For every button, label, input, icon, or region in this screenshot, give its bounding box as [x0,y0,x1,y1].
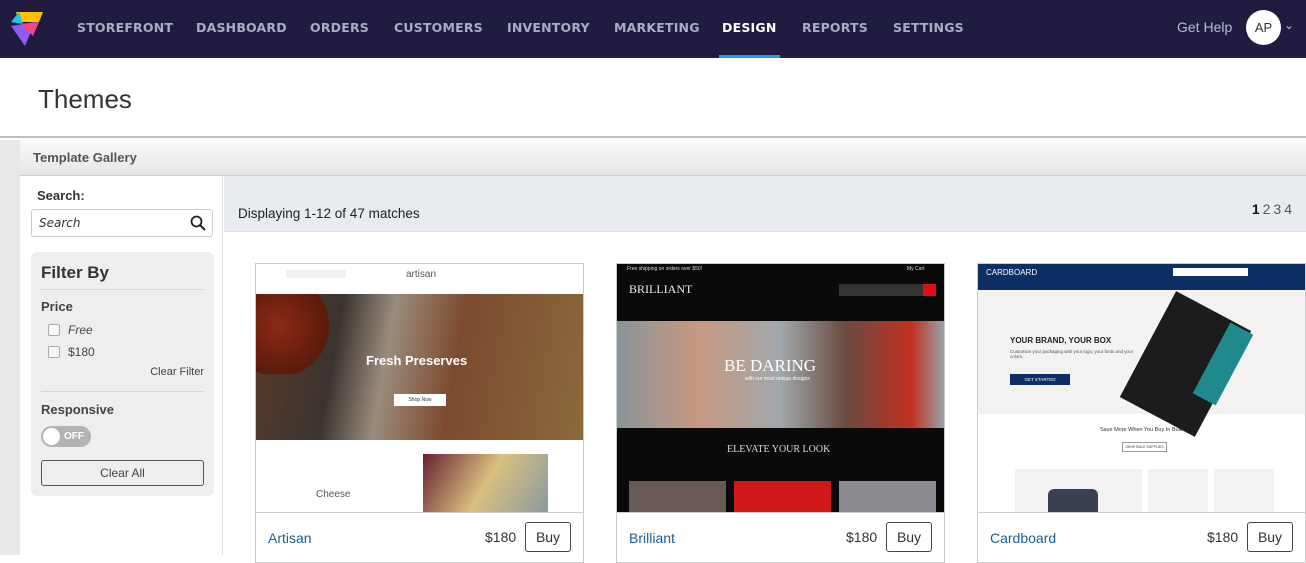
page-4[interactable]: 4 [1284,201,1292,217]
price-180-checkbox[interactable] [48,346,60,358]
page-1[interactable]: 1 [1252,201,1260,217]
gallery-header: Template Gallery [20,140,1306,176]
preview-search [839,284,923,296]
preview-hero-title: Fresh Preserves [366,353,468,368]
preview-brand: artisan [406,269,437,280]
get-help-link[interactable]: Get Help [1177,19,1232,35]
preview-search [286,270,346,278]
search-label: Search: [37,188,85,203]
preview-image [839,481,936,512]
pagination: 1234 [1249,201,1292,217]
sidebar: Search: Filter By Price Free $180 Clear … [20,176,223,555]
responsive-toggle[interactable]: OFF [41,426,91,447]
clear-all-button[interactable]: Clear All [41,460,204,486]
page-2[interactable]: 2 [1263,201,1271,217]
card-footer: Cardboard $180 Buy [978,513,1305,562]
page-3[interactable]: 3 [1273,201,1281,217]
theme-price: $180 [1207,529,1239,545]
nav-dashboard[interactable]: DASHBOARD [196,0,287,58]
theme-price: $180 [846,529,878,545]
gallery-title: Template Gallery [33,150,137,165]
page-title: Themes [38,84,132,114]
search-box [31,209,213,237]
responsive-label: Responsive [41,402,114,417]
results-bar: Displaying 1-12 of 47 matches 1234 [224,176,1306,232]
divider [41,391,204,392]
theme-price: $180 [485,529,517,545]
theme-card-brilliant: Free shipping on orders over $50! My Car… [616,263,945,563]
preview-cta: Shop Now [394,394,446,406]
theme-preview[interactable]: Free shipping on orders over $50! My Car… [617,264,944,513]
results-count: Displaying 1-12 of 47 matches [238,206,420,221]
logo-icon[interactable] [9,10,45,48]
preview-product [1214,469,1274,512]
preview-search [1173,268,1248,276]
left-gutter [0,140,20,555]
nav-inventory[interactable]: INVENTORY [507,0,590,58]
buy-button[interactable]: Buy [1247,522,1293,552]
chevron-down-icon[interactable]: ⌄ [1284,18,1294,32]
preview-image [734,481,831,512]
preview-section: ELEVATE YOUR LOOK [727,444,831,455]
toggle-knob [43,428,60,445]
search-input[interactable] [32,210,182,236]
free-checkbox[interactable] [48,324,60,336]
theme-card-artisan: artisan Fresh Preserves Shop Now Cheese … [255,263,584,563]
preview-brand: CARDBOARD [986,268,1038,277]
preview-cart: My Cart [907,266,925,272]
avatar[interactable]: AP [1246,10,1281,45]
buy-button[interactable]: Buy [886,522,932,552]
preview-search-button [923,284,936,296]
preview-product-image [1048,489,1098,512]
preview-image [629,481,726,512]
theme-preview[interactable]: CARDBOARD YOUR BRAND, YOUR BOX Customize… [978,264,1305,513]
filter-panel: Filter By Price Free $180 Clear Filter R… [31,252,214,496]
divider [41,289,204,290]
preview-section: Cheese [316,489,351,500]
theme-preview[interactable]: artisan Fresh Preserves Shop Now Cheese [256,264,583,513]
theme-name[interactable]: Artisan [268,530,312,546]
preview-section: Save More When You Buy In Bulk [1100,427,1183,433]
nav-customers[interactable]: CUSTOMERS [394,0,483,58]
nav-reports[interactable]: REPORTS [802,0,868,58]
nav-settings[interactable]: SETTINGS [893,0,964,58]
free-label: Free [68,323,93,337]
preview-brand: BRILLIANT [629,282,693,296]
preview-product [1148,469,1208,512]
toggle-state: OFF [64,431,84,442]
theme-name[interactable]: Brilliant [629,530,675,546]
card-footer: Artisan $180 Buy [256,513,583,562]
preview-topbar: Free shipping on orders over $50! [627,266,703,272]
nav-storefront[interactable]: STOREFRONT [77,0,173,58]
buy-button[interactable]: Buy [525,522,571,552]
theme-card-cardboard: CARDBOARD YOUR BRAND, YOUR BOX Customize… [977,263,1306,563]
filter-title: Filter By [41,263,110,282]
price-180-label: $180 [68,345,95,359]
price-label: Price [41,299,73,314]
page-header: Themes [0,58,1306,138]
top-nav: STOREFRONT DASHBOARD ORDERS CUSTOMERS IN… [0,0,1306,58]
card-footer: Brilliant $180 Buy [617,513,944,562]
search-icon[interactable] [190,215,206,231]
preview-hero-sub: Customize your packaging with your logo,… [1010,349,1134,359]
preview-cta: GET STARTED [1010,374,1070,385]
preview-hero-title: YOUR BRAND, YOUR BOX [1010,336,1112,345]
nav-orders[interactable]: ORDERS [310,0,369,58]
clear-filter-link[interactable]: Clear Filter [150,366,204,378]
preview-jam-jar [256,294,331,374]
nav-design[interactable]: DESIGN [719,0,780,58]
preview-cta2: SHOP BULK SUPPLIES [1122,442,1167,452]
theme-name[interactable]: Cardboard [990,530,1056,546]
preview-hero-sub: with our most unique designs [745,376,810,382]
preview-hero-title: BE DARING [724,356,817,375]
preview-cheese-image [423,454,548,512]
nav-marketing[interactable]: MARKETING [614,0,700,58]
